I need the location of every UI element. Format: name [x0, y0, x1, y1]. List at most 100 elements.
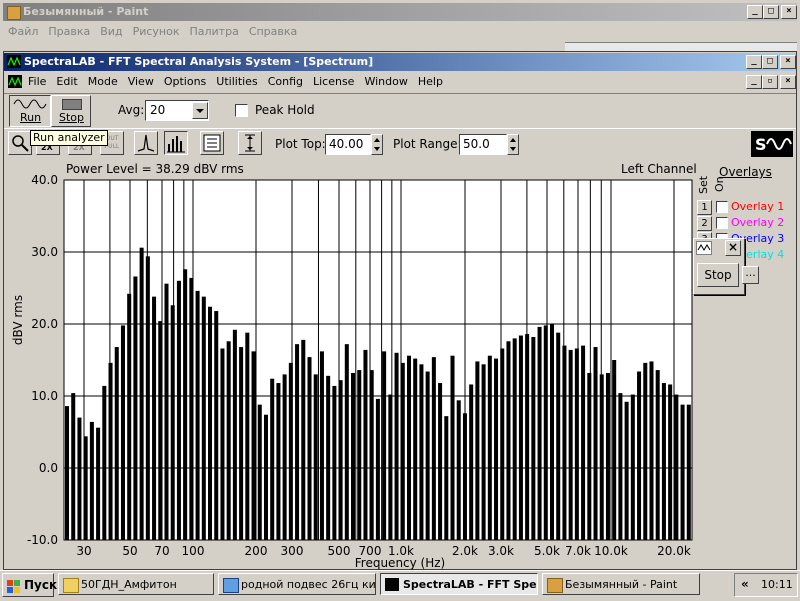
spectralab-menu-item[interactable]: License [313, 75, 354, 88]
doc-minimize-button[interactable]: _ [746, 75, 762, 89]
line-mode-button[interactable] [134, 131, 158, 155]
paint-menu-item[interactable]: Палитра [189, 25, 238, 38]
vertical-scale-icon [245, 134, 255, 152]
spectrum-bar [257, 404, 262, 540]
paint-menu-item[interactable]: Рисунок [133, 25, 180, 38]
sine-wave-icon [13, 99, 47, 109]
paint-close-button[interactable]: × [781, 5, 797, 19]
paint-menu-item[interactable]: Справка [249, 25, 297, 38]
paint-maximize-button[interactable]: □ [763, 5, 779, 19]
spectralab-menu-item[interactable]: Edit [56, 75, 77, 88]
spectrum-bar [158, 321, 163, 540]
spectrum-bar [655, 370, 660, 540]
paint-menubar: Файл Правка Вид Рисунок Палитра Справка [8, 25, 307, 38]
overlay-on-checkbox-2[interactable] [716, 217, 728, 229]
bar-mode-button[interactable] [164, 131, 188, 155]
mini-window-close-button[interactable]: × [725, 240, 741, 256]
spectralab-minimize-button[interactable]: _ [746, 55, 762, 69]
spectrum-bar [239, 347, 244, 540]
spectrum-bar [643, 362, 648, 540]
plot-range-spinner[interactable] [507, 134, 519, 155]
spectrum-bar [413, 358, 418, 540]
plot-range-input[interactable]: 50.0 [459, 134, 507, 155]
avg-select[interactable]: 20 [145, 100, 209, 121]
plot-top-input[interactable]: 40.00 [325, 134, 371, 155]
document-icon [8, 75, 22, 88]
mini-window-titlebar: × [694, 239, 744, 256]
tray-expand-icon[interactable]: « [741, 577, 749, 591]
line-graph-icon [137, 134, 155, 152]
spectrum-bar [574, 348, 579, 540]
paint-minimize-button[interactable]: _ [747, 5, 763, 19]
spectralab-menu-item[interactable]: Utilities [216, 75, 257, 88]
doc-close-button[interactable]: × [780, 75, 796, 89]
avg-dropdown-button[interactable] [192, 102, 208, 119]
spectrum-bar [332, 385, 337, 540]
paint-icon [547, 578, 563, 593]
autoscale-button[interactable] [238, 131, 262, 155]
spectrum-bar [431, 357, 436, 540]
spectrum-bar [537, 326, 542, 540]
mini-control-window: × Stop [693, 238, 745, 295]
taskbar-item[interactable]: SpectraLAB - FFT Spe... [380, 573, 538, 595]
spectrum-bar [170, 305, 175, 540]
taskbar-item[interactable]: 50ГДН_Амфитон [58, 573, 214, 595]
spectrum-bar [618, 393, 623, 540]
overlay-on-checkbox-1[interactable] [716, 201, 728, 213]
panel-list-icon [203, 134, 221, 152]
settings-panel-button[interactable] [200, 131, 224, 155]
spectralab-menu-item[interactable]: File [28, 75, 46, 88]
paint-menu-item[interactable]: Файл [8, 25, 38, 38]
spectralab-menu-item[interactable]: Window [364, 75, 407, 88]
spectrum-bar [71, 393, 76, 540]
overlay-set-button-2[interactable]: 2 [697, 216, 712, 231]
x-tick-label: 5.0k [534, 544, 560, 558]
windows-logo-icon [7, 578, 21, 593]
peak-hold-checkbox[interactable] [235, 104, 248, 117]
spectrum-bar [127, 293, 132, 540]
zoom-button[interactable] [8, 131, 32, 155]
spectrum-bar [438, 383, 443, 540]
mini-stop-button[interactable]: Stop [697, 263, 739, 287]
overlay-more-button[interactable]: ... [742, 266, 759, 284]
taskbar-item[interactable]: родной подвес 26гц ки... [218, 573, 376, 595]
image-icon [223, 578, 239, 593]
spectralab-logo: S [751, 131, 793, 157]
spectrum-bar [400, 362, 405, 540]
spectralab-title: SpectraLAB - FFT Spectral Analysis Syste… [24, 55, 374, 68]
spectralab-maximize-button[interactable]: □ [762, 55, 778, 69]
spectrum-bar [232, 329, 237, 540]
spectralab-titlebar: SpectraLAB - FFT Spectral Analysis Syste… [4, 53, 796, 71]
mini-stop-label: Stop [704, 268, 732, 282]
taskbar-item[interactable]: Безымянный - Paint [542, 573, 700, 595]
overlay-set-column: Set [697, 175, 710, 194]
spectralab-menu-item[interactable]: View [128, 75, 154, 88]
spectralab-menu-item[interactable]: Mode [88, 75, 118, 88]
spectrum-bar [295, 344, 300, 540]
spectralab-app-icon [7, 55, 21, 68]
overlay-set-button-1[interactable]: 1 [697, 200, 712, 215]
run-button[interactable]: Run [9, 95, 51, 127]
paint-menu-item[interactable]: Правка [48, 25, 90, 38]
plot-range-label: Plot Range: [393, 137, 462, 151]
spectralab-menu-item[interactable]: Help [418, 75, 443, 88]
start-button[interactable]: Пуск [2, 573, 57, 597]
spectralab-menubar: File Edit Mode View Options Utilities Config Li… [4, 72, 796, 92]
spectralab-close-button[interactable]: × [780, 55, 796, 69]
spectrum-bar [251, 351, 256, 540]
bar-graph-icon [167, 136, 185, 153]
stop-button[interactable]: Stop [51, 95, 91, 127]
spectrum-bar [668, 384, 673, 540]
doc-restore-button[interactable]: ▫ [762, 75, 778, 89]
spectralab-menu-item[interactable]: Options [164, 75, 206, 88]
taskbar-item-label: Безымянный - Paint [565, 578, 678, 591]
spectrum-bar [674, 394, 679, 540]
plot-top-spinner[interactable] [371, 134, 383, 155]
spectrum-bar [83, 436, 88, 540]
spectralab-menu-item[interactable]: Config [268, 75, 303, 88]
y-tick-label: 20.0 [31, 317, 58, 331]
spectrum-bar [593, 347, 598, 540]
overlay-label-1: Overlay 1 [731, 200, 785, 213]
spectrum-chart[interactable]: 40.0 30.0 20.0 10.0 0.0 -10.0 30 50 70 100 200 300 5… [0, 160, 700, 570]
paint-menu-item[interactable]: Вид [100, 25, 122, 38]
